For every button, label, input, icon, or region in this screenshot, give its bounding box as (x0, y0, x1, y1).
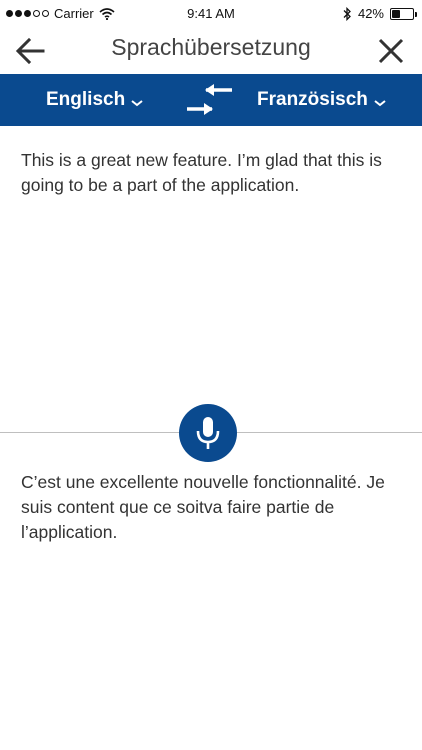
nav-bar: Sprachübersetzung (0, 28, 422, 74)
status-bar: Carrier 9:41 AM 42% (0, 0, 422, 28)
battery-level-fill (392, 9, 401, 18)
bluetooth-icon (343, 6, 351, 21)
battery-icon (390, 7, 417, 20)
target-language-label: Französisch (257, 89, 368, 110)
source-text: This is a great new feature. I’m glad th… (21, 150, 382, 195)
target-language-dropdown[interactable]: Französisch (257, 74, 386, 126)
battery-percent: 42% (357, 6, 384, 21)
close-icon[interactable] (376, 36, 406, 66)
source-language-dropdown[interactable]: Englisch (46, 74, 143, 126)
swap-arrows-icon[interactable] (184, 84, 234, 118)
microphone-button[interactable] (179, 404, 237, 462)
chevron-down-icon (131, 100, 143, 107)
chevron-down-icon (374, 100, 386, 107)
translated-text: C’est une excellente nouvelle fonctionna… (21, 472, 385, 542)
language-bar: Englisch Französisch (0, 74, 422, 126)
source-language-label: Englisch (46, 89, 126, 110)
page-title: Sprachübersetzung (111, 34, 311, 60)
status-right: 42% (343, 6, 417, 21)
microphone-icon (196, 417, 220, 449)
